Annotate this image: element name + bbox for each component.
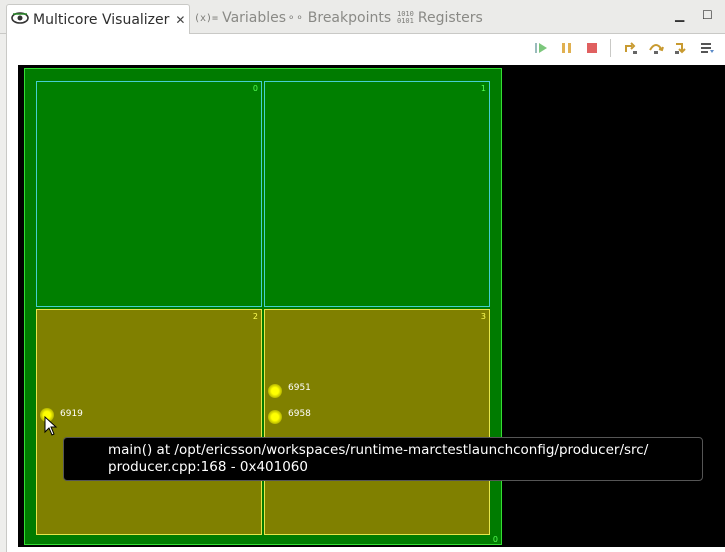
close-icon[interactable]: ✕ [175,13,185,27]
view-tab-bar: Multicore Visualizer ✕ (x)= Variables ⚬⚬… [0,0,725,34]
mouse-cursor-icon [44,416,58,436]
step-return-icon[interactable] [673,40,689,56]
resume-icon[interactable] [533,40,549,56]
tab-label: Registers [417,10,483,26]
toolbar-separator [610,39,611,57]
thread-label: 6951 [288,383,311,393]
cpu-number: 0 [492,535,498,544]
tooltip-line-1: main() at /opt/ericsson/workspaces/runti… [108,442,649,458]
thread-icon[interactable] [268,410,282,424]
tooltip-line-2: producer.cpp:168 - 0x401060 [108,459,308,475]
core-3[interactable]: 3 6951 6958 [264,309,490,535]
core-1[interactable]: 1 [264,81,490,307]
breakpoints-icon: ⚬⚬ [287,12,304,24]
core-number: 0 [252,84,258,93]
maximize-icon[interactable]: ☐ [702,8,713,22]
step-over-icon[interactable] [648,40,664,56]
tab-multicore-visualizer[interactable]: Multicore Visualizer ✕ [6,4,190,34]
tab-label: Breakpoints [307,10,392,26]
thread-icon[interactable] [268,384,282,398]
core-0[interactable]: 0 [36,81,262,307]
core-number: 2 [252,312,258,321]
tab-label: Variables [222,10,287,26]
suspend-icon[interactable] [559,40,575,56]
core-2[interactable]: 2 6919 [36,309,262,535]
view-toolbar [6,34,725,62]
tab-label: Multicore Visualizer [33,11,170,28]
visualizer-icon [11,11,29,29]
step-into-icon[interactable] [623,40,639,56]
core-number: 1 [480,84,486,93]
location-tooltip: main() at /opt/ericsson/workspaces/runti… [63,437,703,481]
tab-variables[interactable]: (x)= Variables [194,4,286,32]
core-number: 3 [480,312,486,321]
thread-label: 6919 [60,409,83,419]
tab-registers[interactable]: 1010 0101 Registers [397,4,483,32]
registers-icon: 1010 0101 [397,10,414,25]
tab-breakpoints[interactable]: ⚬⚬ Breakpoints [287,4,391,32]
variables-icon: (x)= [194,12,219,24]
view-menu-icon[interactable] [699,40,715,56]
minimize-icon[interactable]: ▁ [675,8,684,22]
terminate-icon[interactable] [584,40,600,56]
thread-label: 6958 [288,409,311,419]
